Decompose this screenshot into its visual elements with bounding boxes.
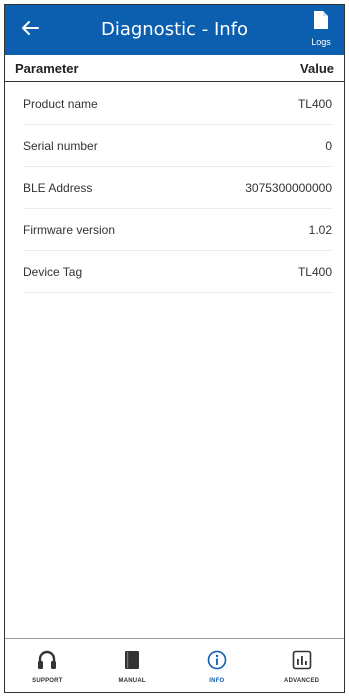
headset-icon <box>35 648 59 672</box>
column-header-parameter: Parameter <box>15 60 79 76</box>
parameter-value: TL400 <box>297 264 332 279</box>
table-row: Device Tag TL400 <box>23 251 332 293</box>
document-icon <box>313 10 329 35</box>
parameter-name: Firmware version <box>23 222 116 237</box>
nav-label-info: INFO <box>209 677 225 684</box>
nav-item-advanced[interactable]: ADVANCED <box>259 639 344 692</box>
nav-label-support: SUPPORT <box>32 677 63 684</box>
nav-item-manual[interactable]: MANUAL <box>90 639 175 692</box>
parameter-value: 0 <box>325 138 332 153</box>
app-frame: Diagnostic - Info Logs Parameter Value P… <box>4 4 345 693</box>
table-header: Parameter Value <box>5 55 344 82</box>
table-row: Product name TL400 <box>23 83 332 125</box>
logs-label: Logs <box>311 37 331 47</box>
table-row: BLE Address 3075300000000 <box>23 167 332 209</box>
nav-item-info[interactable]: INFO <box>175 639 260 692</box>
logs-button[interactable]: Logs <box>304 10 338 50</box>
info-icon <box>205 648 229 672</box>
table-row: Serial number 0 <box>23 125 332 167</box>
parameter-value: 3075300000000 <box>245 180 332 195</box>
app-header: Diagnostic - Info Logs <box>5 5 344 55</box>
parameter-name: BLE Address <box>23 180 93 195</box>
nav-label-advanced: ADVANCED <box>284 677 320 684</box>
table-row: Firmware version 1.02 <box>23 209 332 251</box>
parameter-name: Device Tag <box>23 264 83 279</box>
column-header-value: Value <box>300 60 334 76</box>
chart-icon <box>290 648 314 672</box>
parameter-value: TL400 <box>297 96 332 111</box>
nav-label-manual: MANUAL <box>118 677 146 684</box>
parameter-name: Serial number <box>23 138 98 153</box>
nav-item-support[interactable]: SUPPORT <box>5 639 90 692</box>
page-title: Diagnostic - Info <box>100 19 249 40</box>
book-icon <box>120 648 144 672</box>
parameter-name: Product name <box>23 96 98 111</box>
bottom-navigation: SUPPORT MANUAL INFO ADVANCED <box>5 638 344 692</box>
parameter-list: Product name TL400 Serial number 0 BLE A… <box>23 83 332 293</box>
parameter-value: 1.02 <box>308 222 332 237</box>
